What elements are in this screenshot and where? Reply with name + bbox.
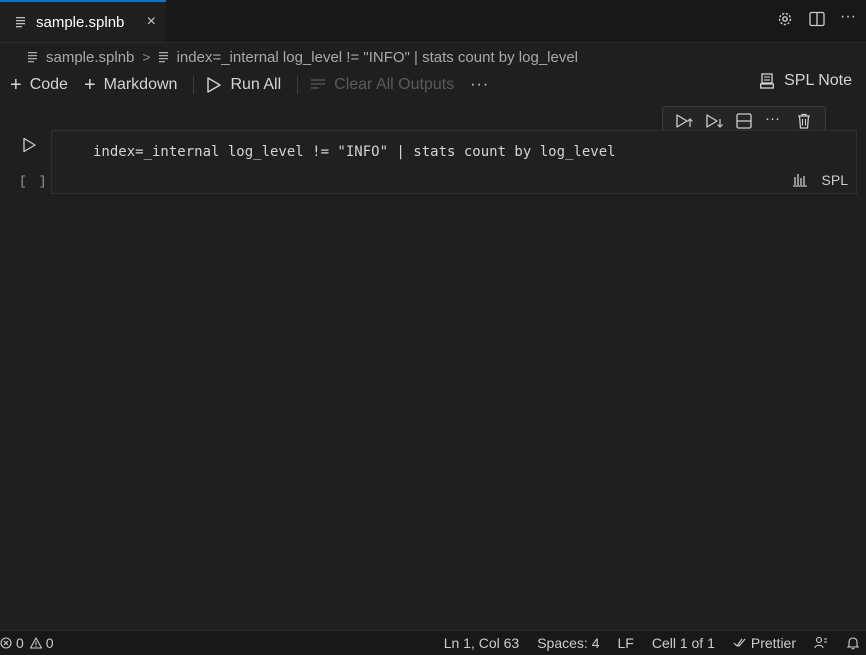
run-all-label: Run All — [230, 76, 282, 93]
add-markdown-label: Markdown — [103, 76, 178, 93]
toolbar-more-icon[interactable]: ··· — [470, 76, 489, 94]
cell-code[interactable]: index=_internal log_level != "INFO" | st… — [93, 144, 616, 160]
indentation[interactable]: Spaces: 4 — [537, 635, 599, 651]
tab-bar: sample.splnb × ··· — [0, 0, 866, 43]
add-code-label: Code — [29, 76, 68, 93]
execute-below-icon[interactable] — [705, 112, 723, 130]
end-of-line[interactable]: LF — [617, 635, 633, 651]
status-right: Ln 1, Col 63 Spaces: 4 LF Cell 1 of 1 Pr… — [444, 631, 866, 655]
accounts-icon[interactable] — [814, 636, 828, 650]
execution-count: [ ] — [19, 174, 49, 189]
cell-info[interactable]: Cell 1 of 1 — [652, 635, 715, 651]
file-lines-icon — [28, 52, 37, 63]
clear-outputs-icon — [311, 79, 326, 89]
toolbar-divider — [193, 76, 195, 94]
clear-all-outputs-button[interactable]: Clear All Outputs — [310, 76, 454, 94]
more-actions-icon[interactable]: ··· — [840, 9, 858, 28]
split-cell-icon[interactable] — [735, 112, 753, 130]
plus-icon: + — [83, 74, 96, 96]
add-markdown-cell-button[interactable]: + Markdown — [84, 75, 178, 95]
error-count: 0 — [16, 635, 24, 651]
warning-icon — [29, 637, 42, 649]
breadcrumb-separator: > — [142, 49, 151, 65]
kernel-picker[interactable]: SPL Note — [760, 72, 852, 90]
add-code-cell-button[interactable]: + Code — [10, 75, 68, 95]
execute-above-icon[interactable] — [675, 112, 693, 130]
error-icon — [0, 637, 12, 649]
double-check-icon — [733, 638, 746, 647]
close-tab-icon[interactable]: × — [147, 13, 156, 31]
cell-language-label: SPL — [821, 172, 848, 188]
plus-icon: + — [10, 74, 22, 96]
formatter-label: Prettier — [750, 635, 796, 651]
editor-tab[interactable]: sample.splnb × — [0, 0, 166, 42]
breadcrumb: sample.splnb > index=_internal log_level… — [28, 46, 578, 68]
kernel-label: SPL Note — [784, 72, 852, 89]
cell-more-icon[interactable]: ··· — [765, 111, 783, 130]
warning-count: 0 — [45, 635, 54, 651]
code-cell-editor[interactable]: index=_internal log_level != "INFO" | st… — [51, 130, 857, 194]
problems-indicator[interactable]: 0 0 — [0, 635, 54, 651]
kernel-icon — [760, 73, 775, 89]
status-bar: 0 0 Ln 1, Col 63 Spaces: 4 LF Cell 1 of … — [0, 630, 866, 655]
formatter-status[interactable]: Prettier — [733, 635, 796, 651]
file-lines-icon — [16, 17, 25, 28]
cell-language-picker[interactable]: SPL — [792, 172, 848, 188]
notebook-toolbar: + Code + Markdown Run All Clear All Outp… — [10, 72, 860, 98]
chart-icon[interactable] — [792, 173, 808, 187]
clear-outputs-label: Clear All Outputs — [334, 76, 455, 93]
breadcrumb-cell[interactable]: index=_internal log_level != "INFO" | st… — [177, 49, 578, 66]
breadcrumb-file[interactable]: sample.splnb — [46, 49, 134, 66]
file-lines-icon — [158, 52, 168, 63]
tab-actions: ··· — [776, 9, 858, 28]
run-cell-icon[interactable] — [20, 136, 38, 154]
tab-title: sample.splnb — [36, 13, 125, 31]
toolbar-divider — [297, 76, 299, 94]
gear-icon[interactable] — [776, 10, 794, 28]
trash-icon[interactable] — [795, 112, 813, 130]
play-icon — [207, 77, 222, 93]
cursor-position[interactable]: Ln 1, Col 63 — [444, 635, 520, 651]
run-all-button[interactable]: Run All — [206, 76, 281, 94]
split-editor-icon[interactable] — [808, 10, 826, 28]
notifications-bell-icon[interactable] — [846, 636, 860, 650]
